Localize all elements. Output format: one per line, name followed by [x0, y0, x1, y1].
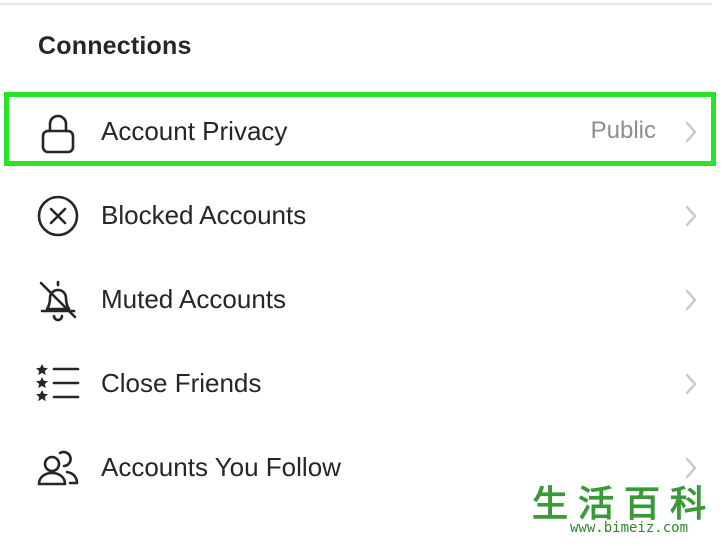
section-header: Connections [38, 32, 192, 60]
privacy-status-value: Public [590, 117, 656, 144]
account-privacy-row[interactable]: Account Privacy Public [0, 90, 728, 174]
muted-bell-icon [34, 276, 82, 324]
watermark-url: www.bimeiz.com [570, 520, 689, 536]
close-friends-label: Close Friends [101, 368, 262, 398]
top-divider [0, 0, 712, 5]
accounts-you-follow-label: Accounts You Follow [101, 452, 341, 482]
settings-screen: Connections Account Privacy Public Block… [0, 0, 728, 546]
settings-list: Account Privacy Public Blocked Accounts [0, 90, 728, 510]
watermark-logo: 生活百科 [531, 483, 716, 525]
lock-icon [34, 108, 82, 156]
chevron-right-icon [683, 456, 699, 480]
people-icon [34, 444, 82, 492]
blocked-accounts-row[interactable]: Blocked Accounts [0, 174, 728, 258]
chevron-right-icon [683, 288, 699, 312]
watermark: 生活百科 www.bimeiz.com [520, 484, 728, 546]
chevron-right-icon [683, 372, 699, 396]
muted-accounts-row[interactable]: Muted Accounts [0, 258, 728, 342]
chevron-right-icon [683, 204, 699, 228]
account-privacy-label: Account Privacy [101, 116, 288, 146]
close-friends-row[interactable]: Close Friends [0, 342, 728, 426]
chevron-right-icon [683, 120, 699, 144]
blocked-icon [34, 192, 82, 240]
blocked-accounts-label: Blocked Accounts [101, 200, 307, 230]
muted-accounts-label: Muted Accounts [101, 284, 286, 314]
star-list-icon [34, 360, 82, 408]
